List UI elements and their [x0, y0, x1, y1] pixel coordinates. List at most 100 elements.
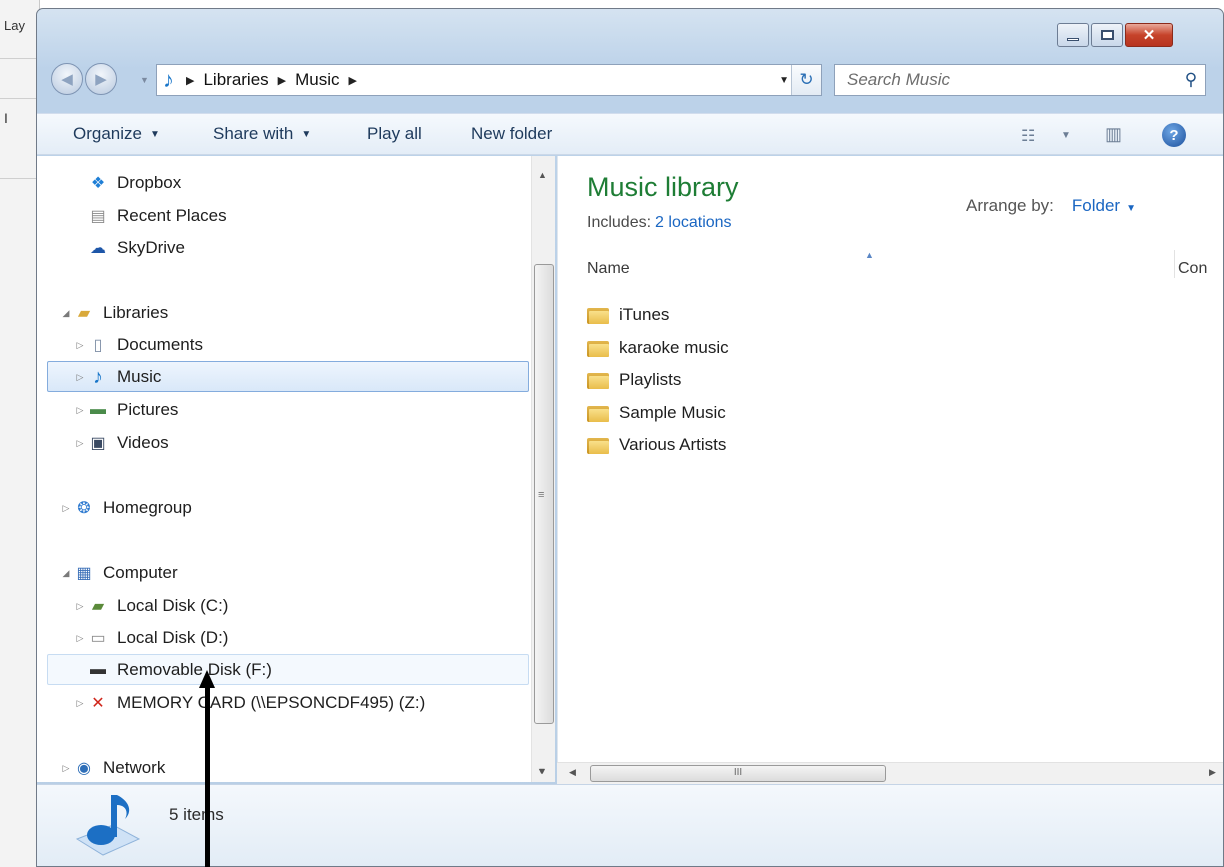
- maximize-icon: [1100, 30, 1114, 40]
- column-divider[interactable]: [1174, 250, 1175, 278]
- minimize-icon: [1067, 37, 1079, 41]
- locations-link[interactable]: 2 locations: [655, 214, 732, 231]
- refresh-button[interactable]: ↻: [791, 65, 821, 95]
- hard-disk-icon: ▭: [90, 630, 106, 647]
- forward-button[interactable]: ▶: [85, 63, 117, 95]
- folder-icon: [587, 306, 609, 324]
- preview-pane-icon[interactable]: ▥: [1105, 124, 1122, 145]
- search-input[interactable]: [835, 66, 1177, 94]
- search-icon[interactable]: ⚲: [1177, 70, 1205, 90]
- scroll-left-icon[interactable]: ◀: [569, 767, 576, 778]
- scroll-down-icon[interactable]: ▼: [537, 766, 546, 776]
- nav-item-recent-places[interactable]: ▤ Recent Places: [87, 201, 226, 231]
- nav-item-pictures[interactable]: ▷ ▬ Pictures: [73, 395, 179, 425]
- chevron-down-icon[interactable]: ▼: [1126, 203, 1136, 214]
- back-arrow-icon: ◀: [61, 71, 73, 88]
- nav-item-dropbox[interactable]: ❖ Dropbox: [87, 168, 181, 198]
- removable-disk-icon: ▬: [90, 661, 106, 678]
- breadcrumb-separator[interactable]: ▶: [349, 74, 357, 87]
- collapsed-icon[interactable]: ▷: [73, 372, 87, 383]
- scroll-right-icon[interactable]: ▶: [1209, 767, 1216, 778]
- item-count: 5 items: [169, 805, 224, 824]
- homegroup-icon: ❂: [77, 500, 91, 517]
- collapsed-icon[interactable]: ▷: [73, 633, 87, 644]
- play-all-button[interactable]: Play all: [367, 124, 422, 144]
- collapsed-icon[interactable]: ▷: [73, 438, 87, 449]
- navigation-scrollbar[interactable]: ▲ ≡ ▼: [531, 156, 555, 782]
- annotation-arrow: [205, 682, 210, 867]
- address-bar[interactable]: ♪ ▶ Libraries ▶ Music ▶ ▼ ↻: [156, 64, 822, 96]
- collapsed-icon[interactable]: ▷: [73, 405, 87, 416]
- pictures-icon: ▬: [90, 401, 106, 418]
- scroll-up-icon[interactable]: ▲: [538, 170, 547, 180]
- new-folder-button[interactable]: New folder: [471, 124, 552, 144]
- nav-item-homegroup[interactable]: ▷ ❂ Homegroup: [59, 493, 192, 523]
- organize-menu[interactable]: Organize ▼: [73, 124, 160, 144]
- forward-arrow-icon: ▶: [95, 71, 107, 88]
- nav-item-network[interactable]: ▷ ◉ Network: [59, 753, 166, 782]
- change-view-icon[interactable]: ☷: [1021, 126, 1035, 146]
- explorer-window: ✕ ◀ ▶ ▼ ♪ ▶ Libraries ▶ Music ▶ ▼ ↻ ⚲ Or…: [36, 8, 1224, 867]
- breadcrumb-separator[interactable]: ▶: [186, 74, 194, 87]
- minimize-button[interactable]: [1057, 23, 1089, 47]
- collapsed-icon[interactable]: ▷: [73, 601, 87, 612]
- list-item[interactable]: Sample Music: [587, 398, 726, 428]
- list-item[interactable]: Various Artists: [587, 430, 726, 460]
- arrange-by-label: Arrange by:: [966, 196, 1054, 215]
- close-button[interactable]: ✕: [1125, 23, 1173, 47]
- collapsed-icon[interactable]: ▷: [59, 503, 73, 514]
- list-item[interactable]: karaoke music: [587, 333, 729, 363]
- background-divider: [0, 178, 40, 179]
- folder-icon: [587, 339, 609, 357]
- page-title: Music library: [587, 172, 739, 202]
- arrange-by: Arrange by: Folder ▼: [966, 196, 1136, 216]
- address-dropdown-icon[interactable]: ▼: [779, 75, 789, 86]
- folder-icon: [587, 404, 609, 422]
- view-options-dropdown[interactable]: ▼: [1061, 130, 1071, 141]
- folder-icon: [587, 436, 609, 454]
- system-disk-icon: ▰: [91, 598, 105, 615]
- background-app: Lay I: [0, 0, 40, 867]
- maximize-button[interactable]: [1091, 23, 1123, 47]
- nav-item-local-disk-c[interactable]: ▷ ▰ Local Disk (C:): [73, 591, 229, 621]
- back-button[interactable]: ◀: [51, 63, 83, 95]
- nav-item-libraries[interactable]: ◢ ▰ Libraries: [59, 298, 169, 328]
- computer-icon: ▦: [76, 565, 92, 582]
- chevron-down-icon: ▼: [301, 129, 312, 140]
- breadcrumb-separator[interactable]: ▶: [278, 74, 286, 87]
- arrange-by-dropdown[interactable]: Folder: [1072, 196, 1120, 215]
- help-button[interactable]: ?: [1162, 123, 1186, 147]
- nav-item-videos[interactable]: ▷ ▣ Videos: [73, 428, 169, 458]
- nav-item-computer[interactable]: ◢ ▦ Computer: [59, 558, 178, 588]
- collapsed-icon[interactable]: ▷: [73, 340, 87, 351]
- breadcrumb-music[interactable]: Music: [295, 70, 339, 90]
- sort-ascending-icon: ▲: [865, 250, 874, 260]
- nav-item-memory-card-z[interactable]: ▷ ✕ MEMORY CARD (\\EPSONCDF495) (Z:): [73, 688, 426, 718]
- nav-item-local-disk-d[interactable]: ▷ ▭ Local Disk (D:): [73, 623, 229, 653]
- recent-pages-dropdown[interactable]: ▼: [140, 75, 150, 85]
- list-item[interactable]: iTunes: [587, 300, 669, 330]
- scroll-thumb[interactable]: III: [590, 765, 886, 782]
- folder-icon: [587, 371, 609, 389]
- expanded-icon[interactable]: ◢: [59, 308, 73, 319]
- document-icon: ▯: [93, 337, 103, 354]
- content-horizontal-scrollbar[interactable]: ◀ III ▶: [557, 762, 1223, 784]
- nav-item-skydrive[interactable]: ☁ SkyDrive: [87, 233, 185, 263]
- music-note-icon: ♪: [163, 67, 174, 92]
- command-bar: Organize ▼ Share with ▼ Play all New folde…: [37, 113, 1223, 155]
- libraries-icon: ▰: [77, 305, 91, 322]
- expanded-icon[interactable]: ◢: [59, 568, 73, 579]
- nav-item-music[interactable]: ▷ ♪ Music: [73, 362, 162, 392]
- music-note-icon: ♪: [93, 365, 103, 388]
- breadcrumb-libraries[interactable]: Libraries: [203, 70, 268, 90]
- column-header-contributing[interactable]: Con: [1178, 260, 1207, 278]
- list-item[interactable]: Playlists: [587, 365, 681, 395]
- collapsed-icon[interactable]: ▷: [59, 763, 73, 774]
- nav-item-removable-disk-f[interactable]: ▬ Removable Disk (F:): [87, 655, 272, 685]
- nav-item-documents[interactable]: ▷ ▯ Documents: [73, 330, 203, 360]
- collapsed-icon[interactable]: ▷: [73, 698, 87, 709]
- background-divider: [0, 98, 40, 99]
- column-header-name[interactable]: Name: [587, 260, 630, 278]
- search-box: ⚲: [834, 64, 1206, 96]
- share-with-menu[interactable]: Share with ▼: [213, 124, 311, 144]
